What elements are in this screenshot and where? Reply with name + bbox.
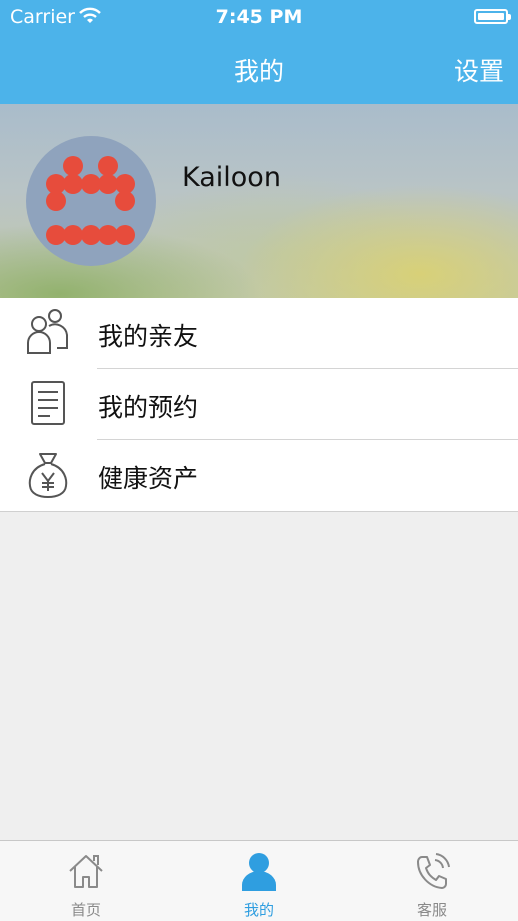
tab-home[interactable]: 首页 bbox=[0, 841, 172, 921]
page-title: 我的 bbox=[233, 57, 284, 86]
friends-icon bbox=[27, 309, 68, 354]
battery-icon bbox=[474, 9, 511, 24]
tab-label: 首页 bbox=[70, 901, 101, 919]
tab-customer-service[interactable]: 客服 bbox=[346, 841, 518, 921]
profile-menu: 我的亲友 我的预约 健康资产 bbox=[0, 298, 518, 512]
home-icon bbox=[69, 855, 103, 888]
phone-icon bbox=[417, 853, 450, 889]
status-bar: Carrier 7:45 PM bbox=[0, 0, 518, 34]
tab-label: 我的 bbox=[243, 901, 274, 919]
menu-item-label: 健康资产 bbox=[98, 464, 199, 493]
tab-mine[interactable]: 我的 bbox=[173, 841, 345, 921]
menu-item-appointments[interactable]: 我的预约 bbox=[0, 369, 518, 440]
username: Kailoon bbox=[182, 162, 281, 193]
document-icon bbox=[31, 381, 65, 425]
top-bar: Carrier 7:45 PM 我的 设置 bbox=[0, 0, 518, 104]
menu-item-label: 我的亲友 bbox=[98, 322, 199, 351]
clock: 7:45 PM bbox=[215, 6, 303, 28]
profile-header: Kailoon bbox=[0, 104, 518, 298]
tab-bar: 首页 我的 客服 bbox=[0, 840, 518, 921]
person-icon bbox=[242, 853, 276, 891]
settings-button[interactable]: 设置 bbox=[454, 52, 504, 88]
menu-item-friends[interactable]: 我的亲友 bbox=[0, 298, 518, 369]
tab-label: 客服 bbox=[416, 901, 447, 919]
avatar[interactable] bbox=[26, 136, 156, 266]
money-bag-icon bbox=[28, 453, 68, 499]
menu-item-health-assets[interactable]: 健康资产 bbox=[0, 440, 518, 511]
menu-item-label: 我的预约 bbox=[98, 393, 199, 422]
